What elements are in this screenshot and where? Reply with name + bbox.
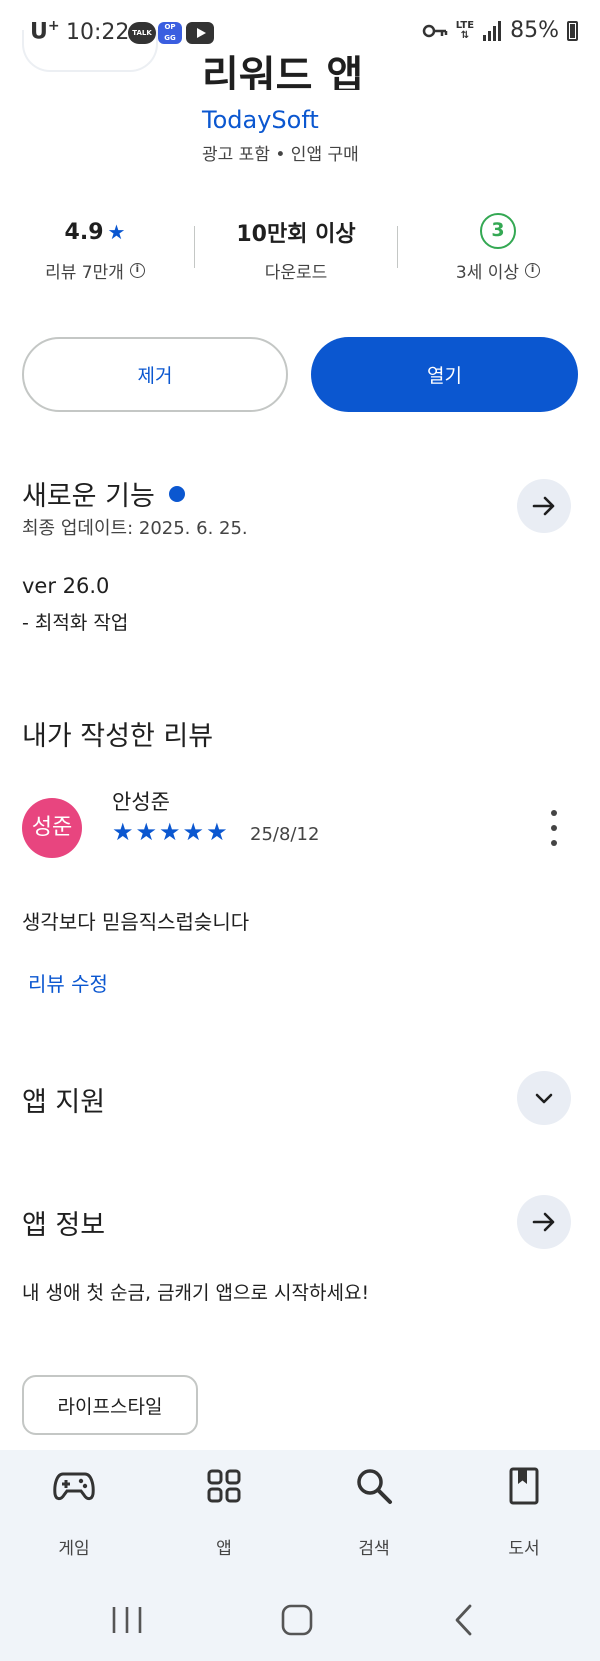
star-icon: ★ bbox=[107, 220, 126, 244]
nav-label-books: 도서 bbox=[508, 1539, 540, 1559]
avatar: 성준 bbox=[22, 798, 82, 858]
app-support-title[interactable]: 앱 지원 bbox=[22, 1080, 105, 1119]
my-review-title: 내가 작성한 리뷰 bbox=[22, 721, 214, 752]
remove-button[interactable]: 제거 bbox=[22, 337, 288, 412]
nav-games[interactable]: 게임 bbox=[24, 1466, 124, 1559]
nav-search[interactable]: 검색 bbox=[324, 1466, 424, 1559]
app-info-title[interactable]: 앱 정보 bbox=[22, 1203, 105, 1242]
chevron-down-icon bbox=[535, 1093, 553, 1104]
rating-value: 4.9 bbox=[64, 219, 104, 245]
info-icon: i bbox=[129, 263, 145, 278]
gamepad-icon bbox=[24, 1466, 124, 1506]
version-text: ver 26.0 bbox=[22, 574, 110, 598]
last-updated: 최종 업데이트: 2025. 6. 25. bbox=[22, 518, 248, 539]
app-support-expand-button[interactable] bbox=[517, 1071, 571, 1125]
arrow-right-icon bbox=[532, 496, 555, 516]
publisher-link[interactable]: TodaySoft bbox=[202, 106, 319, 134]
downloads-stat: 10만회 이상 다운로드 bbox=[211, 216, 381, 283]
app-icon bbox=[22, 30, 158, 72]
battery-percent: 85% bbox=[510, 18, 559, 43]
app-description: 내 생애 첫 순금, 금캐기 앱으로 시작하세요! bbox=[22, 1282, 370, 1304]
app-info-arrow-button[interactable] bbox=[517, 1195, 571, 1249]
search-icon bbox=[324, 1466, 424, 1506]
app-title: 리워드 앱 bbox=[202, 53, 364, 90]
key-icon bbox=[422, 24, 447, 37]
battery-icon bbox=[567, 20, 578, 41]
open-button[interactable]: 열기 bbox=[311, 337, 578, 412]
age-rating-badge: 3 bbox=[480, 213, 516, 249]
star-rating: ★★★★★ bbox=[112, 818, 230, 846]
divider bbox=[397, 226, 398, 268]
divider bbox=[194, 226, 195, 268]
recent-apps-icon[interactable] bbox=[110, 1605, 144, 1635]
nav-apps[interactable]: 앱 bbox=[174, 1466, 274, 1559]
signal-icon bbox=[483, 20, 502, 41]
apps-grid-icon bbox=[174, 1466, 274, 1506]
book-icon bbox=[474, 1466, 574, 1506]
new-dot-indicator bbox=[168, 485, 185, 502]
nav-label-search: 검색 bbox=[358, 1539, 390, 1559]
status-right-group: LTE ⇅ 85% bbox=[422, 18, 578, 43]
lte-indicator: LTE ⇅ bbox=[455, 19, 475, 41]
review-date: 25/8/12 bbox=[250, 824, 320, 845]
age-label: 3세 이상 bbox=[455, 263, 520, 283]
home-icon[interactable] bbox=[280, 1603, 314, 1637]
bottom-navigation: 게임 앱 검색 도서 bbox=[0, 1450, 600, 1571]
app-meta: 광고 포함 • 인앱 구매 bbox=[202, 145, 359, 165]
whats-new-arrow-button[interactable] bbox=[517, 479, 571, 533]
review-count: 리뷰 7만개 bbox=[45, 263, 124, 283]
system-navigation-bar bbox=[0, 1571, 600, 1661]
info-icon: i bbox=[525, 263, 541, 278]
review-text: 생각보다 믿음직스럽슺니다 bbox=[22, 910, 250, 934]
whats-new-title: 새로운 기능 bbox=[22, 481, 155, 512]
more-options-icon[interactable] bbox=[548, 810, 560, 846]
reviewer-name: 안성준 bbox=[112, 790, 170, 814]
opgg-icon: OP GG bbox=[158, 22, 182, 44]
edit-review-link[interactable]: 리뷰 수정 bbox=[28, 968, 108, 997]
arrow-right-icon bbox=[532, 1212, 555, 1232]
nav-label-games: 게임 bbox=[58, 1539, 90, 1559]
update-note: - 최적화 작업 bbox=[22, 612, 129, 634]
rating-stat[interactable]: 4.9 ★ 리뷰 7만개 i bbox=[10, 216, 180, 283]
nav-books[interactable]: 도서 bbox=[474, 1466, 574, 1559]
nav-label-apps: 앱 bbox=[216, 1539, 232, 1559]
age-stat[interactable]: 3 3세 이상 i bbox=[413, 212, 583, 283]
whats-new-header[interactable]: 새로운 기능 bbox=[22, 474, 185, 513]
back-icon[interactable] bbox=[452, 1603, 476, 1637]
downloads-value: 10만회 이상 bbox=[236, 222, 356, 247]
youtube-icon bbox=[186, 22, 214, 44]
category-chip[interactable]: 라이프스타일 bbox=[22, 1375, 198, 1435]
downloads-label: 다운로드 bbox=[264, 263, 328, 283]
